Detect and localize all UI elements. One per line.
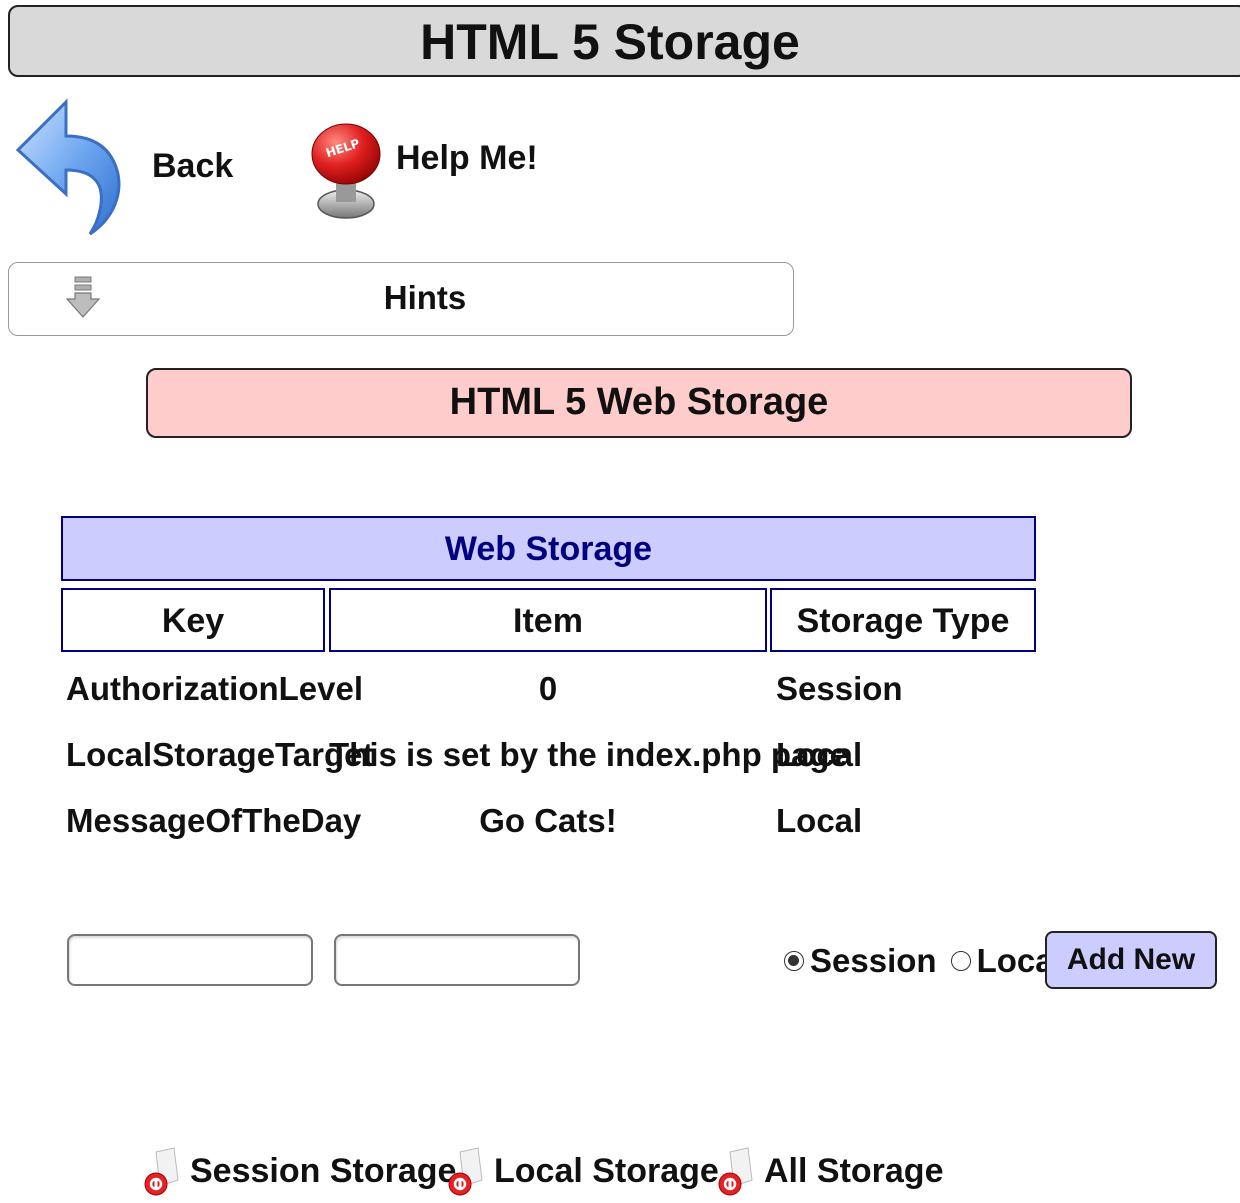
row-item: 0 [538,670,558,707]
delete-icon[interactable] [142,1146,182,1203]
row-storage-type: Local [776,736,863,773]
clear-all-storage-label[interactable]: All Storage [764,1152,943,1191]
add-new-button[interactable]: Add New [1045,931,1217,989]
page-title: HTML 5 Storage [420,14,800,70]
column-header-key: Key [61,588,325,652]
help-label[interactable]: Help Me! [396,139,538,178]
help-link[interactable]: HELP Help Me! [308,122,538,227]
storage-type-radio-group: Session Local [784,942,1077,980]
radio-session[interactable]: Session [784,942,937,980]
section-header: HTML 5 Web Storage [146,368,1132,438]
radio-session-label[interactable]: Session [810,942,937,980]
back-label[interactable]: Back [152,147,233,186]
row-storage-type: Session [776,670,903,707]
row-key: LocalStorageTarget [66,736,374,773]
key-input[interactable] [67,934,313,986]
row-storage-type: Local [776,802,863,839]
item-input[interactable] [334,934,580,986]
row-key: AuthorizationLevel [66,670,364,707]
row-key: MessageOfTheDay [66,802,362,839]
back-arrow-icon[interactable] [14,98,124,243]
back-link[interactable]: Back [14,98,233,243]
delete-icon[interactable] [446,1146,486,1203]
delete-icon[interactable] [716,1146,756,1203]
table-title: Web Storage [444,530,653,568]
column-header-storage-type: Storage Type [770,588,1036,652]
clear-local-storage-link[interactable]: Local Storage [446,1146,719,1203]
clear-local-storage-label[interactable]: Local Storage [494,1152,719,1191]
column-header-item: Item [329,588,767,652]
row-item: This is set by the index.php page [329,736,848,773]
hints-label[interactable]: Hints [33,279,817,317]
radio-session-indicator[interactable] [784,951,804,971]
web-storage-table-title: Web Storage [61,516,1036,581]
clear-all-storage-link[interactable]: All Storage [716,1146,943,1203]
clear-session-storage-link[interactable]: Session Storage [142,1146,456,1203]
row-item: Go Cats! [479,802,617,839]
clear-session-storage-label[interactable]: Session Storage [190,1152,456,1191]
page-title-bar: HTML 5 Storage [8,5,1240,77]
section-title: HTML 5 Web Storage [449,381,829,423]
radio-local-indicator[interactable] [950,951,971,971]
help-button-icon[interactable]: HELP [308,122,384,227]
hints-toggle[interactable]: Hints [8,262,794,336]
